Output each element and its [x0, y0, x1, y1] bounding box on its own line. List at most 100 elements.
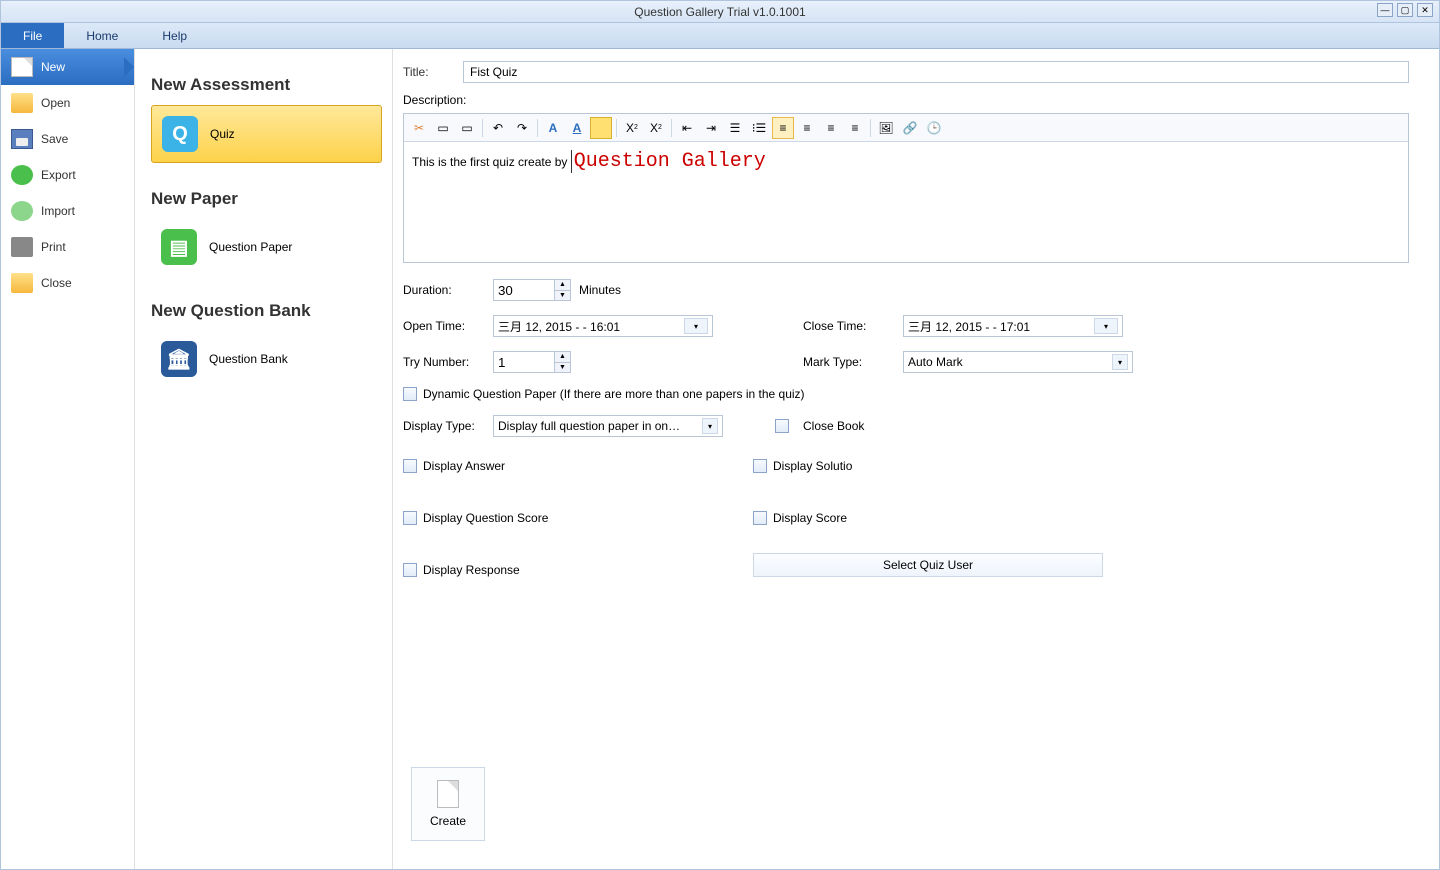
dynamic-qp-checkbox[interactable] — [403, 387, 417, 401]
link-icon[interactable]: 🔗 — [899, 117, 921, 139]
menu-help[interactable]: Help — [140, 23, 209, 48]
subscript-icon[interactable]: X2 — [621, 117, 643, 139]
try-number-spinner[interactable]: ▲▼ — [493, 351, 571, 373]
superscript-icon[interactable]: X2 — [645, 117, 667, 139]
outdent-icon[interactable]: ⇤ — [676, 117, 698, 139]
sidebar-new-label: New — [41, 60, 65, 74]
chevron-down-icon[interactable]: ▾ — [702, 418, 718, 434]
sidebar-save-label: Save — [41, 132, 68, 146]
display-question-score-label: Display Question Score — [423, 511, 548, 525]
folder-open-icon — [11, 93, 33, 113]
main-area: New Open Save Export Import Print — [1, 49, 1439, 869]
try-number-label: Try Number: — [403, 355, 493, 369]
menu-home[interactable]: Home — [64, 23, 140, 48]
display-answer-label: Display Answer — [423, 459, 505, 473]
display-answer-checkbox[interactable] — [403, 459, 417, 473]
calendar-dropdown-icon[interactable]: ▾ — [1094, 318, 1118, 334]
align-right-icon[interactable]: ≡ — [820, 117, 842, 139]
sidebar-import[interactable]: Import — [1, 193, 134, 229]
display-question-score-checkbox[interactable] — [403, 511, 417, 525]
close-book-checkbox[interactable] — [775, 419, 789, 433]
redo-icon[interactable]: ↷ — [511, 117, 533, 139]
align-justify-icon[interactable]: ≡ — [844, 117, 866, 139]
duration-spinner[interactable]: ▲▼ — [493, 279, 571, 301]
display-score-label: Display Score — [773, 511, 847, 525]
toolbar-separator — [671, 119, 672, 137]
description-editor: ✂ ▭ ▭ ↶ ↷ A A X2 X2 ⇤ ⇥ ☰ — [403, 113, 1409, 263]
undo-icon[interactable]: ↶ — [487, 117, 509, 139]
title-label: Title: — [403, 65, 463, 79]
toolbar-separator — [537, 119, 538, 137]
ordered-list-icon[interactable]: ☰ — [724, 117, 746, 139]
font-bg-icon[interactable]: A — [566, 117, 588, 139]
mid-item-question-paper[interactable]: ▤ Question Paper — [151, 219, 382, 275]
calendar-dropdown-icon[interactable]: ▾ — [684, 318, 708, 334]
close-time-input[interactable]: 三月 12, 2015 - - 17:01 ▾ — [903, 315, 1123, 337]
import-icon — [11, 201, 33, 221]
display-type-select[interactable]: Display full question paper in on… ▾ — [493, 415, 723, 437]
spin-down-icon[interactable]: ▼ — [554, 291, 570, 301]
mark-type-label: Mark Type: — [803, 355, 903, 369]
create-button[interactable]: Create — [411, 767, 485, 841]
mark-type-select[interactable]: Auto Mark ▾ — [903, 351, 1133, 373]
select-quiz-user-button[interactable]: Select Quiz User — [753, 553, 1103, 577]
select-quiz-user-cell: Select Quiz User — [753, 553, 1103, 587]
clear-format-icon[interactable]: ▭ — [456, 117, 478, 139]
paste-icon[interactable]: ✂ — [408, 117, 430, 139]
align-center-icon[interactable]: ≡ — [796, 117, 818, 139]
new-bank-header: New Question Bank — [151, 301, 382, 321]
rte-body[interactable]: This is the first quiz create by Questio… — [404, 142, 1408, 262]
minimize-button[interactable]: — — [1377, 3, 1393, 17]
font-color-icon[interactable]: A — [542, 117, 564, 139]
close-window-button[interactable]: ✕ — [1417, 3, 1433, 17]
duration-unit: Minutes — [579, 283, 621, 297]
rte-text-before: This is the first quiz create by — [412, 155, 571, 169]
sidebar-close-label: Close — [41, 276, 72, 290]
display-response-row: Display Response — [403, 563, 753, 577]
unordered-list-icon[interactable]: ⁝☰ — [748, 117, 770, 139]
try-number-input[interactable] — [494, 352, 554, 372]
create-button-label: Create — [430, 814, 466, 828]
sidebar-print[interactable]: Print — [1, 229, 134, 265]
settings-grid: Duration: ▲▼ Minutes Open Time: 三月 12, 2… — [403, 279, 1409, 373]
duration-input[interactable] — [494, 280, 554, 300]
spin-down-icon[interactable]: ▼ — [554, 363, 570, 373]
sidebar-new[interactable]: New — [1, 49, 134, 85]
align-left-icon[interactable]: ≡ — [772, 117, 794, 139]
sidebar-open[interactable]: Open — [1, 85, 134, 121]
display-response-label: Display Response — [423, 563, 520, 577]
app-window: Question Gallery Trial v1.0.1001 — ▢ ✕ F… — [0, 0, 1440, 870]
maximize-button[interactable]: ▢ — [1397, 3, 1413, 17]
title-input[interactable] — [463, 61, 1409, 83]
mid-item-quiz[interactable]: Q Quiz — [151, 105, 382, 163]
spin-up-icon[interactable]: ▲ — [554, 280, 570, 291]
display-score-checkbox[interactable] — [753, 511, 767, 525]
display-response-checkbox[interactable] — [403, 563, 417, 577]
indent-icon[interactable]: ⇥ — [700, 117, 722, 139]
mark-type-value: Auto Mark — [908, 355, 963, 369]
rte-toolbar: ✂ ▭ ▭ ↶ ↷ A A X2 X2 ⇤ ⇥ ☰ — [404, 114, 1408, 142]
clock-icon[interactable]: 🕒 — [923, 117, 945, 139]
open-time-input[interactable]: 三月 12, 2015 - - 16:01 ▾ — [493, 315, 713, 337]
chevron-down-icon[interactable]: ▾ — [1112, 354, 1128, 370]
display-solution-checkbox[interactable] — [753, 459, 767, 473]
window-controls: — ▢ ✕ — [1377, 3, 1433, 17]
sidebar-save[interactable]: Save — [1, 121, 134, 157]
sidebar-open-label: Open — [41, 96, 70, 110]
spin-up-icon[interactable]: ▲ — [554, 352, 570, 363]
image-icon[interactable]: 🖼 — [875, 117, 897, 139]
duration-cell: ▲▼ Minutes — [493, 279, 733, 301]
display-type-row: Display Type: Display full question pape… — [403, 415, 1409, 437]
close-time-value: 三月 12, 2015 - - 17:01 — [908, 318, 1030, 335]
menu-file[interactable]: File — [1, 23, 64, 48]
open-time-label: Open Time: — [403, 319, 493, 333]
mid-item-question-bank[interactable]: 🏛 Question Bank — [151, 331, 382, 387]
highlight-icon[interactable] — [590, 117, 612, 139]
sidebar-close[interactable]: Close — [1, 265, 134, 301]
copy-format-icon[interactable]: ▭ — [432, 117, 454, 139]
sidebar-export[interactable]: Export — [1, 157, 134, 193]
rte-text-highlight: Question Gallery — [571, 150, 766, 173]
create-page-icon — [437, 780, 459, 808]
menubar: File Home Help — [1, 23, 1439, 49]
sidebar-export-label: Export — [41, 168, 76, 182]
